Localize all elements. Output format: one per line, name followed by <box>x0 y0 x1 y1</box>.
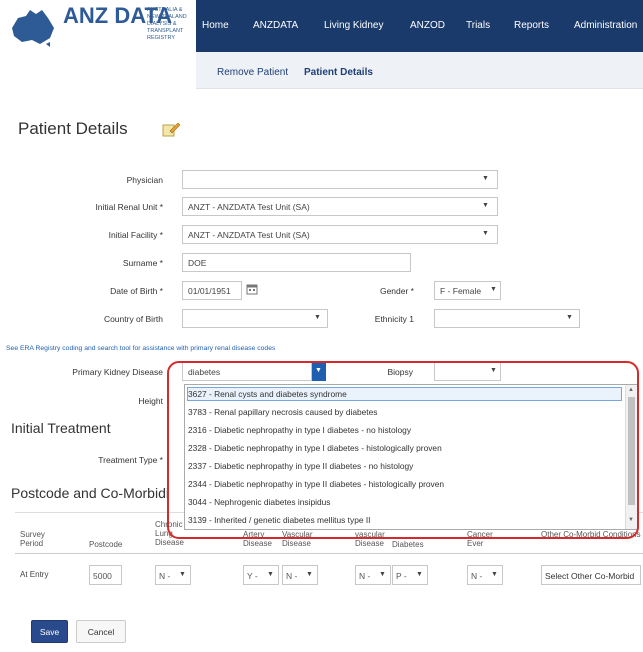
chevron-down-icon: ▼ <box>491 571 498 578</box>
th-survey-period: Survey Period <box>20 530 45 548</box>
cancel-button[interactable]: Cancel <box>76 620 126 643</box>
highlight-annotation-box <box>167 361 639 539</box>
edit-note-icon[interactable] <box>162 121 180 137</box>
dob-input[interactable]: 01/01/1951 <box>182 281 242 300</box>
australia-map-icon <box>12 10 54 47</box>
nav-living-kidney[interactable]: Living Kidney <box>324 20 383 31</box>
treatment-type-label: Treatment Type * <box>98 455 163 465</box>
logo-caption: AUSTRALIA & NEW ZEALAND DIALYSIS & TRANS… <box>147 7 187 41</box>
chevron-down-icon: ▼ <box>179 571 186 578</box>
chevron-down-icon: ▼ <box>416 571 423 578</box>
nav-anzdata[interactable]: ANZDATA <box>253 20 298 31</box>
table-header-border <box>15 553 643 554</box>
chevron-down-icon: ▼ <box>482 230 489 237</box>
logo[interactable]: ANZ DATA AUSTRALIA & NEW ZEALAND DIALYSI… <box>0 0 196 52</box>
chevron-down-icon: ▼ <box>306 571 313 578</box>
subnav-remove-patient[interactable]: Remove Patient <box>217 67 288 78</box>
physician-select[interactable] <box>182 170 498 189</box>
height-label: Height <box>138 396 163 406</box>
surname-label: Surname * <box>122 258 163 268</box>
country-of-birth-select[interactable] <box>182 309 328 328</box>
country-of-birth-label: Country of Birth <box>103 314 163 324</box>
chevron-down-icon: ▼ <box>314 314 321 321</box>
nav-trials[interactable]: Trials <box>466 20 490 31</box>
nav-reports[interactable]: Reports <box>514 20 549 31</box>
th-diabetes: Diabetes <box>392 540 424 549</box>
ethnicity-select[interactable] <box>434 309 580 328</box>
other-comorbid-select[interactable]: Select Other Co-Morbid <box>541 565 641 585</box>
chevron-down-icon: ▼ <box>490 286 497 293</box>
nav-home[interactable]: Home <box>202 20 229 31</box>
chevron-down-icon: ▼ <box>267 571 274 578</box>
page-title: Patient Details <box>18 119 128 138</box>
initial-renal-unit-select[interactable]: ANZT - ANZDATA Test Unit (SA) <box>182 197 498 216</box>
gender-label: Gender * <box>379 286 414 296</box>
initial-facility-select[interactable]: ANZT - ANZDATA Test Unit (SA) <box>182 225 498 244</box>
nav-administration[interactable]: Administration <box>574 20 637 31</box>
primary-kidney-disease-label: Primary Kidney Disease <box>72 367 163 377</box>
row-survey-period: At Entry <box>20 570 49 579</box>
save-button[interactable]: Save <box>31 620 68 643</box>
chevron-down-icon: ▼ <box>482 202 489 209</box>
subnav-patient-details[interactable]: Patient Details <box>304 67 373 78</box>
top-navbar: Home ANZDATA Living Kidney ANZOD Trials … <box>196 0 643 52</box>
chevron-down-icon: ▼ <box>566 314 573 321</box>
initial-treatment-heading: Initial Treatment <box>11 420 111 436</box>
chevron-down-icon: ▼ <box>379 571 386 578</box>
postcode-input[interactable]: 5000 <box>89 565 122 585</box>
physician-label: Physician <box>126 175 163 185</box>
surname-input[interactable]: DOE <box>182 253 411 272</box>
postcode-comorbidities-heading: Postcode and Co-Morbidi <box>11 485 169 501</box>
calendar-icon[interactable] <box>246 283 258 295</box>
dob-label: Date of Birth * <box>110 286 163 296</box>
chevron-down-icon: ▼ <box>482 175 489 182</box>
sub-navbar: Remove Patient Patient Details <box>196 52 643 89</box>
initial-facility-label: Initial Facility * <box>108 230 163 240</box>
th-postcode: Postcode <box>89 540 123 549</box>
ethnicity-label: Ethnicity 1 <box>374 314 414 324</box>
initial-renal-unit-label: Initial Renal Unit * <box>95 202 163 212</box>
nav-anzod[interactable]: ANZOD <box>410 20 445 31</box>
era-registry-link[interactable]: See ERA Registry coding and search tool … <box>6 345 275 352</box>
